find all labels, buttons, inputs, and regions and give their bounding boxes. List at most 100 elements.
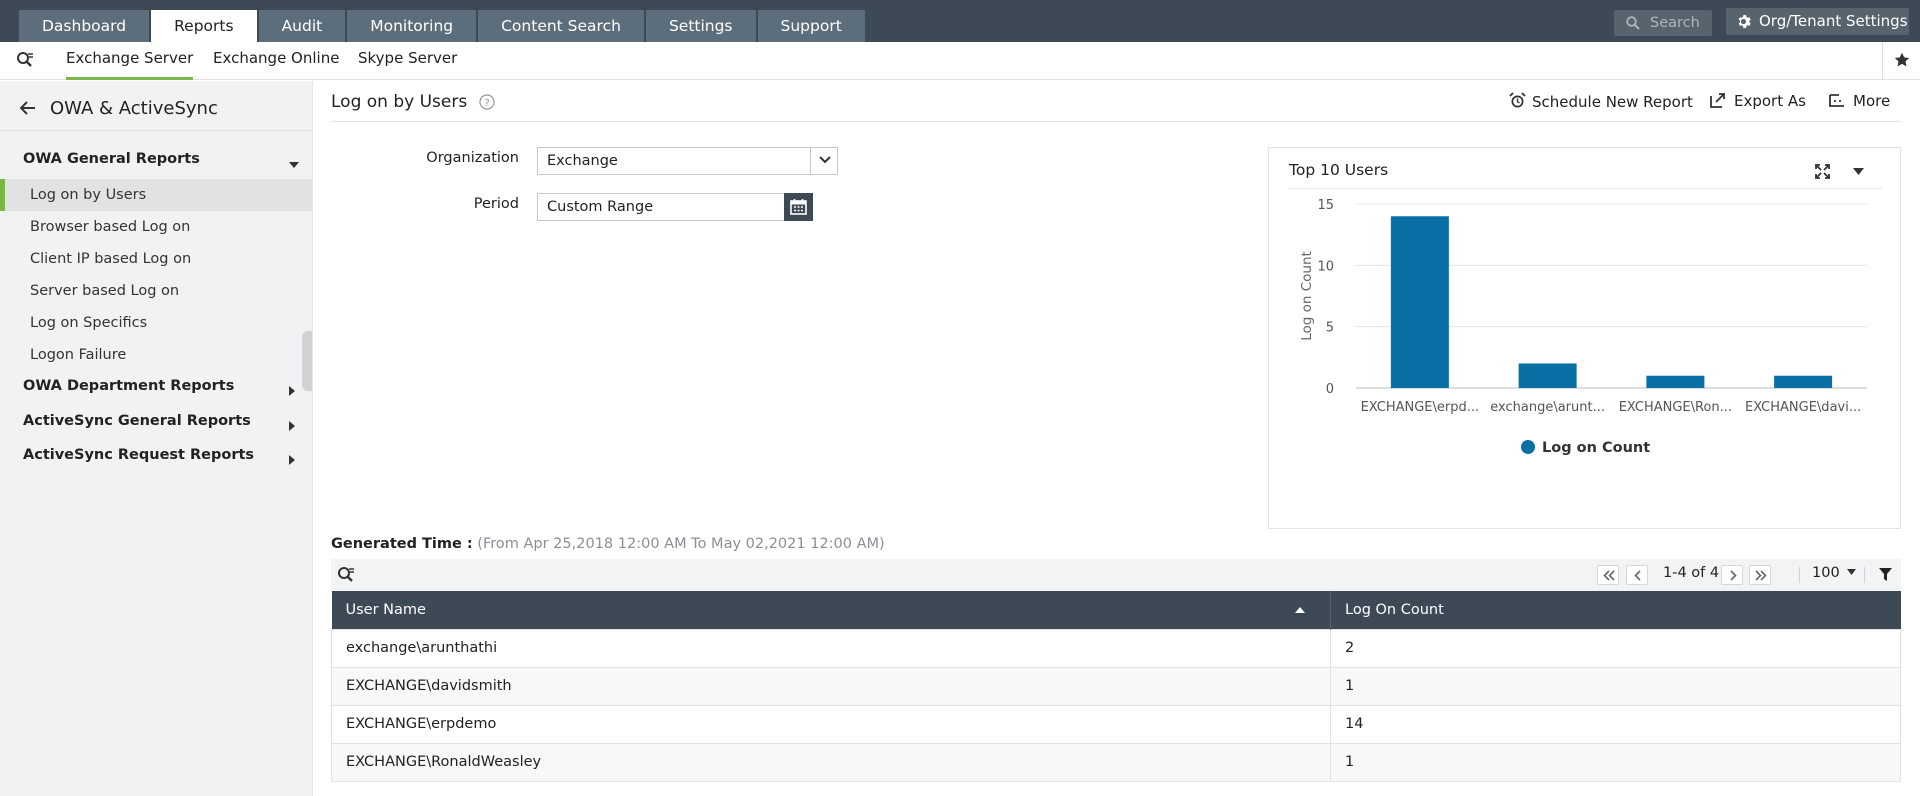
star-icon — [1894, 52, 1910, 67]
sidebar-item-browser-based-log-on[interactable]: Browser based Log on — [0, 211, 312, 243]
y-tick-label: 5 — [1326, 321, 1334, 336]
svg-text:?: ? — [484, 98, 489, 109]
period-input[interactable]: Custom Range — [537, 193, 785, 221]
export-as-button[interactable]: Export As — [1710, 92, 1806, 110]
advanced-search-icon[interactable] — [16, 51, 34, 69]
favorite-button[interactable] — [1882, 42, 1920, 80]
export-as-label: Export As — [1734, 92, 1806, 110]
organization-value: Exchange — [547, 153, 618, 169]
period-label: Period — [473, 196, 519, 212]
tab-support[interactable]: Support — [757, 10, 865, 42]
y-tick-label: 15 — [1317, 198, 1334, 213]
next-page-button[interactable] — [1721, 565, 1743, 585]
tab-settings[interactable]: Settings — [645, 10, 756, 42]
sidebar-item-log-on-specifics[interactable]: Log on Specifics — [0, 307, 312, 339]
sidebar-header: OWA & ActiveSync — [0, 81, 313, 131]
column-header-user-name[interactable]: User Name — [331, 591, 1331, 629]
subtab-skype-server[interactable]: Skype Server — [358, 42, 457, 80]
gear-icon — [1738, 14, 1751, 29]
caret-down-icon — [1847, 569, 1857, 575]
organization-select[interactable]: Exchange — [537, 147, 838, 175]
more-button[interactable]: More — [1829, 92, 1890, 110]
sidebar-group-owa-general[interactable]: OWA General Reports — [23, 151, 200, 167]
double-chevron-left-icon — [1603, 570, 1615, 581]
sidebar-item-client-ip-based-log-on[interactable]: Client IP based Log on — [0, 243, 312, 275]
title-divider — [331, 121, 1901, 122]
pagination-range: 1-4 of 4 — [1663, 565, 1720, 581]
tab-monitoring[interactable]: Monitoring — [347, 10, 477, 42]
back-arrow-icon[interactable] — [20, 101, 36, 115]
caret-right-icon[interactable] — [289, 421, 295, 431]
x-tick-label: EXCHANGE\davi... — [1745, 400, 1861, 415]
tab-dashboard[interactable]: Dashboard — [19, 10, 150, 42]
tab-content-search[interactable]: Content Search — [478, 10, 644, 42]
more-icon — [1829, 94, 1844, 107]
sidebar-group-activesync-general[interactable]: ActiveSync General Reports — [23, 413, 251, 429]
sidebar-collapse-handle[interactable] — [302, 331, 312, 391]
sidebar-item-log-on-by-users[interactable]: Log on by Users — [0, 179, 312, 211]
cell-log-on-count: 1 — [1330, 742, 1901, 782]
table-header-row: User Name Log On Count — [331, 591, 1901, 629]
schedule-new-report-button[interactable]: Schedule New Report — [1509, 92, 1693, 111]
sidebar-item-logon-failure[interactable]: Logon Failure — [0, 339, 312, 371]
page-title: Log on by Users — [331, 92, 468, 112]
subtab-exchange-server[interactable]: Exchange Server — [66, 42, 194, 80]
caret-right-icon[interactable] — [289, 455, 295, 465]
more-label: More — [1853, 92, 1891, 110]
chevron-left-icon — [1634, 570, 1641, 581]
generated-time: Generated Time : (From Apr 25,2018 12:00… — [331, 536, 885, 552]
sidebar-group-activesync-request[interactable]: ActiveSync Request Reports — [23, 447, 254, 463]
sidebar-item-server-based-log-on[interactable]: Server based Log on — [0, 275, 312, 307]
sidebar-title: OWA & ActiveSync — [50, 98, 218, 119]
double-chevron-right-icon — [1755, 570, 1767, 581]
sidebar-group-owa-department[interactable]: OWA Department Reports — [23, 378, 234, 394]
y-axis-label: Log on Count — [1299, 251, 1315, 341]
app-root: Dashboard Reports Audit Monitoring Conte… — [0, 0, 1920, 796]
tab-reports[interactable]: Reports — [151, 10, 257, 42]
global-search-input[interactable]: Search — [1614, 10, 1712, 36]
subtab-exchange-online[interactable]: Exchange Online — [213, 42, 339, 80]
sub-nav-bar: Exchange Server Exchange Online Skype Se… — [0, 42, 1920, 80]
help-icon[interactable]: ? — [479, 94, 495, 110]
caret-down-icon[interactable] — [289, 162, 299, 168]
prev-page-button[interactable] — [1626, 565, 1648, 585]
column-header-label: User Name — [345, 601, 426, 618]
chevron-right-icon — [1730, 570, 1737, 581]
page-size-select[interactable]: 100 — [1812, 565, 1857, 581]
organization-dropdown-toggle[interactable] — [810, 148, 838, 174]
column-header-log-on-count[interactable]: Log On Count — [1330, 591, 1901, 629]
caret-right-icon[interactable] — [289, 386, 295, 396]
cell-user-name: EXCHANGE\RonaldWeasley — [331, 742, 1331, 782]
generated-time-range: (From Apr 25,2018 12:00 AM To May 02,202… — [477, 536, 885, 552]
date-picker-button[interactable] — [784, 193, 813, 221]
generated-time-label: Generated Time : — [331, 536, 473, 552]
tab-audit[interactable]: Audit — [258, 10, 346, 42]
table-row[interactable]: EXCHANGE\davidsmith 1 — [331, 666, 1901, 706]
table-row[interactable]: exchange\arunthathi 2 — [331, 628, 1901, 668]
cell-log-on-count: 14 — [1330, 704, 1901, 744]
sort-ascending-icon[interactable] — [1295, 607, 1305, 613]
toolbar-divider — [1799, 567, 1800, 583]
table-row[interactable]: EXCHANGE\erpdemo 14 — [331, 704, 1901, 744]
filter-icon[interactable] — [1879, 568, 1892, 581]
cell-user-name: EXCHANGE\erpdemo — [331, 704, 1331, 744]
x-tick-label: EXCHANGE\Ron... — [1619, 400, 1732, 415]
last-page-button[interactable] — [1749, 565, 1771, 585]
export-icon — [1710, 93, 1725, 108]
column-header-label: Log On Count — [1345, 601, 1444, 618]
toolbar-divider — [1864, 567, 1865, 583]
x-tick-label: EXCHANGE\erpd... — [1361, 400, 1480, 415]
y-tick-label: 0 — [1326, 382, 1334, 397]
grid-search-icon[interactable] — [337, 566, 355, 584]
report-table: User Name Log On Count exchange\arunthat… — [331, 591, 1901, 782]
search-icon — [1626, 16, 1640, 30]
table-row[interactable]: EXCHANGE\RonaldWeasley 1 — [331, 742, 1901, 782]
chevron-down-icon — [819, 156, 831, 164]
first-page-button[interactable] — [1597, 565, 1619, 585]
org-tenant-settings-button[interactable]: Org/Tenant Settings — [1726, 8, 1909, 35]
alarm-clock-icon — [1509, 92, 1526, 108]
period-value: Custom Range — [547, 199, 654, 215]
grid-toolbar: 1-4 of 4 100 — [331, 559, 1901, 591]
main-tabs: Dashboard Reports Audit Monitoring Conte… — [19, 10, 867, 42]
log-on-bar-chart: 0 5 10 15 Log on Count EXCHANGE\erpd... exchan… — [1299, 198, 1867, 456]
